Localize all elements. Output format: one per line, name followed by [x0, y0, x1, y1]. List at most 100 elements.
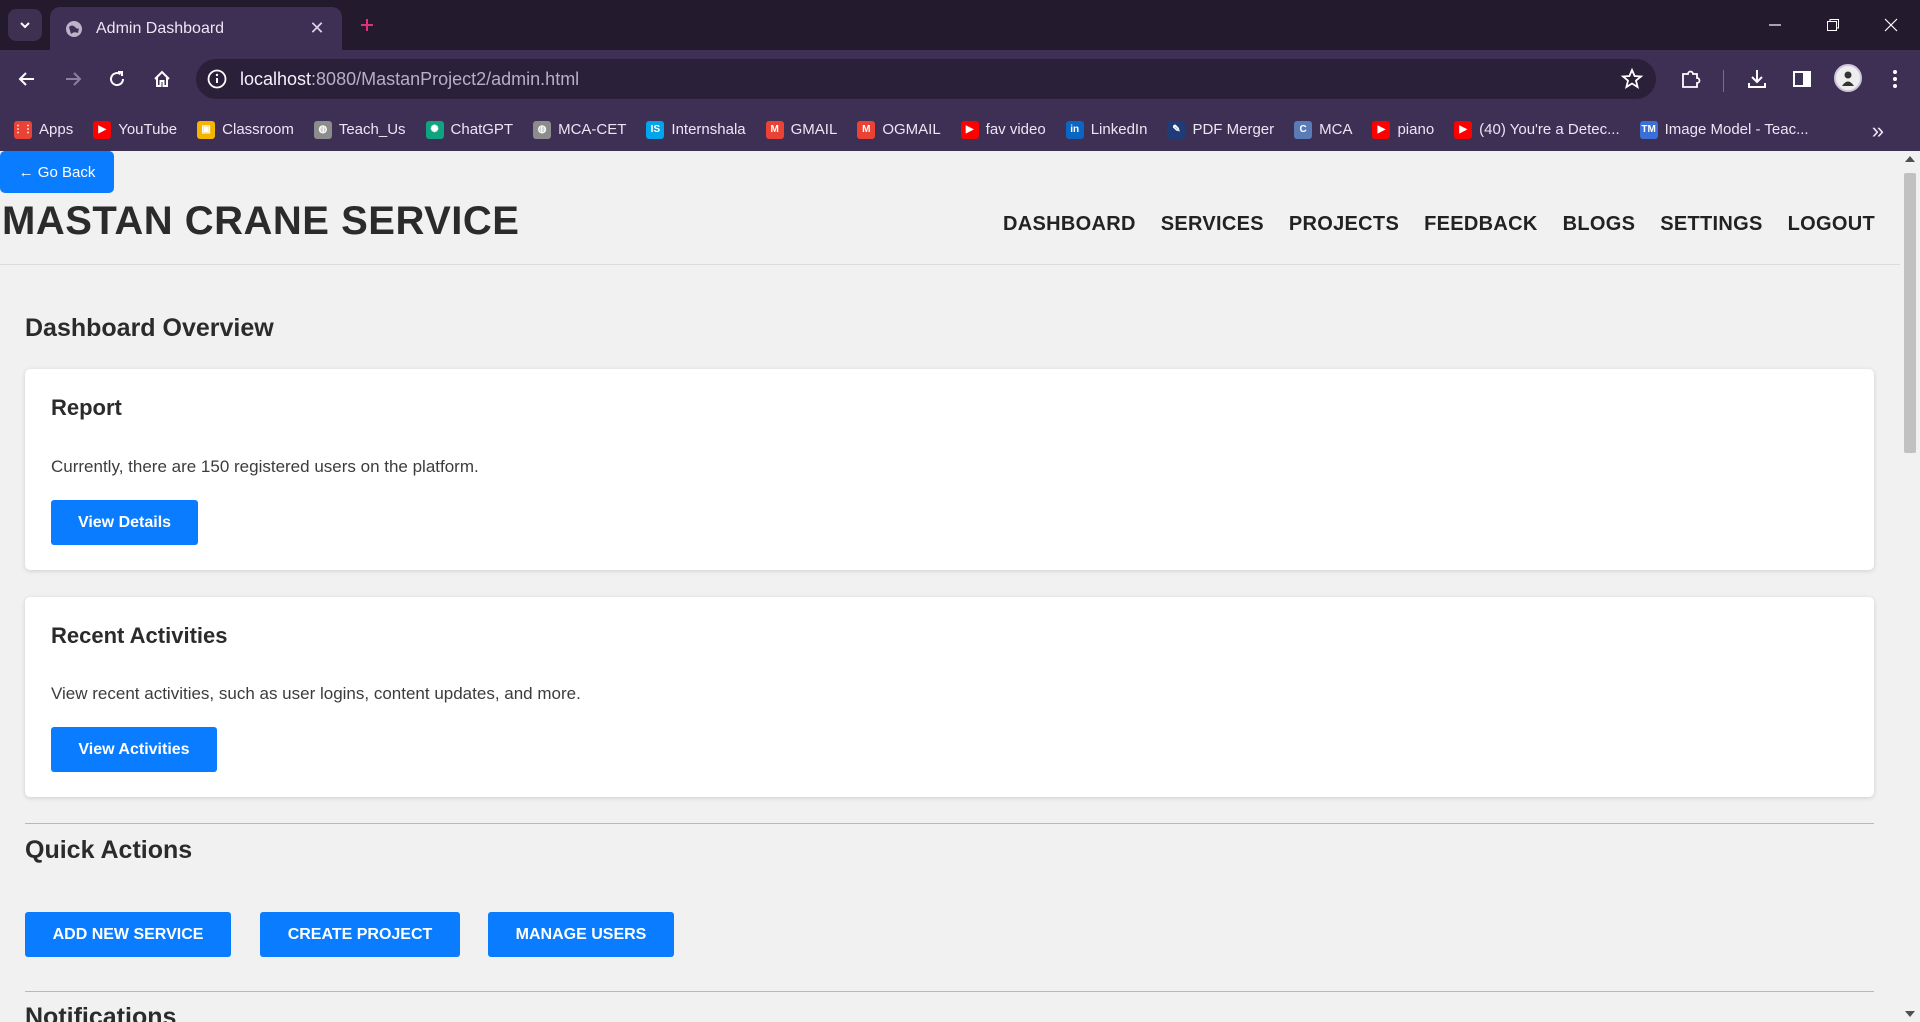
bookmark-item[interactable]: C MCA: [1294, 120, 1352, 139]
bookmark-item[interactable]: M OGMAIL: [857, 120, 941, 139]
bookmark-item[interactable]: ⋮⋮ Apps: [13, 120, 73, 139]
bookmark-star-icon[interactable]: [1620, 67, 1644, 91]
profile-avatar[interactable]: [1834, 64, 1862, 92]
add-new-service-button[interactable]: ADD NEW SERVICE: [25, 912, 231, 957]
nav-services[interactable]: SERVICES: [1161, 213, 1264, 236]
bookmark-item[interactable]: ▶ fav video: [960, 120, 1046, 139]
section-divider: [25, 823, 1874, 824]
scroll-down-arrow[interactable]: [1905, 1011, 1915, 1017]
reload-button[interactable]: [102, 64, 132, 94]
minimize-icon: [1769, 24, 1781, 26]
back-button[interactable]: [12, 64, 42, 94]
cet-icon: C: [1294, 120, 1313, 139]
overview-title: Dashboard Overview: [25, 314, 274, 342]
view-activities-button[interactable]: View Activities: [51, 727, 217, 772]
bookmark-item[interactable]: M GMAIL: [765, 120, 838, 139]
close-icon: [1884, 18, 1898, 32]
nav-blogs[interactable]: BLOGS: [1563, 213, 1636, 236]
side-panel-button[interactable]: [1787, 64, 1817, 94]
bookmark-label: OGMAIL: [882, 121, 941, 138]
view-details-button[interactable]: View Details: [51, 500, 198, 545]
bookmark-item[interactable]: IS Internshala: [646, 120, 746, 139]
nav-dashboard[interactable]: DASHBOARD: [1003, 213, 1136, 236]
toolbar-separator: [1723, 70, 1724, 92]
nav-settings[interactable]: SETTINGS: [1660, 213, 1762, 236]
profile-icon: [1842, 71, 1854, 86]
home-button[interactable]: [147, 64, 177, 94]
downloads-button[interactable]: [1742, 64, 1772, 94]
address-bar[interactable]: localhost:8080/MastanProject2/admin.html: [196, 59, 1656, 99]
bookmark-item[interactable]: in LinkedIn: [1065, 120, 1147, 139]
quick-actions-title: Quick Actions: [25, 836, 193, 864]
chevron-down-icon: [20, 22, 30, 29]
new-tab-button[interactable]: [352, 10, 382, 40]
bookmark-label: Internshala: [671, 121, 746, 138]
activities-title: Recent Activities: [51, 623, 228, 648]
arrow-left-icon: [18, 72, 34, 86]
scroll-thumb[interactable]: [1904, 173, 1916, 453]
active-tab[interactable]: Admin Dashboard ✕: [50, 7, 342, 50]
report-card: Report Currently, there are 150 register…: [25, 369, 1874, 570]
bookmark-item[interactable]: ✺ ChatGPT: [425, 120, 514, 139]
pdf-merger-icon: ✎: [1167, 120, 1186, 139]
bookmark-label: Image Model - Teac...: [1664, 121, 1809, 138]
bookmark-label: GMAIL: [790, 121, 838, 138]
restore-icon: [1827, 19, 1839, 31]
youtube-icon: ▶: [93, 120, 112, 139]
linkedin-icon: in: [1065, 120, 1084, 139]
bookmark-label: ChatGPT: [450, 121, 514, 138]
bookmark-label: YouTube: [118, 121, 178, 138]
page-scrollbar[interactable]: [1900, 151, 1920, 1022]
bookmark-item[interactable]: ▶ piano: [1372, 120, 1435, 139]
globe-icon: ◍: [533, 120, 552, 139]
close-window-button[interactable]: [1862, 0, 1920, 50]
nav-projects[interactable]: PROJECTS: [1289, 213, 1399, 236]
tm-icon: TM: [1639, 120, 1658, 139]
activities-text: View recent activities, such as user log…: [51, 684, 581, 703]
url-text[interactable]: localhost:8080/MastanProject2/admin.html: [240, 69, 1620, 90]
bookmark-label: (40) You're a Detec...: [1479, 121, 1620, 138]
youtube-icon: ▶: [960, 120, 979, 139]
bookmark-item[interactable]: ▣ Classroom: [197, 120, 294, 139]
bookmark-label: Teach_Us: [338, 121, 406, 138]
bookmark-item[interactable]: TM Image Model - Teac...: [1639, 120, 1809, 139]
manage-users-button[interactable]: MANAGE USERS: [488, 912, 674, 957]
forward-button[interactable]: [58, 64, 88, 94]
bookmark-item[interactable]: ◍ Teach_Us: [313, 120, 406, 139]
puzzle-icon: [1682, 70, 1701, 88]
globe-icon: ◍: [313, 120, 332, 139]
bookmark-label: piano: [1397, 121, 1435, 138]
classroom-icon: ▣: [197, 120, 216, 139]
scroll-up-arrow[interactable]: [1905, 156, 1915, 162]
notifications-title: Notifications: [25, 1003, 177, 1022]
bookmark-item[interactable]: ◍ MCA-CET: [533, 120, 626, 139]
side-panel-icon: [1793, 71, 1811, 87]
go-back-button[interactable]: ← Go Back: [0, 151, 114, 193]
tab-close-icon[interactable]: ✕: [306, 18, 328, 39]
bookmark-label: Classroom: [222, 121, 294, 138]
bookmark-item[interactable]: ▶ YouTube: [93, 120, 178, 139]
bookmarks-overflow-icon[interactable]: »: [1872, 118, 1884, 144]
info-icon[interactable]: [206, 68, 228, 90]
nav-feedback[interactable]: FEEDBACK: [1424, 213, 1538, 236]
tab-strip: Admin Dashboard ✕: [0, 0, 1920, 50]
reload-icon: [110, 71, 125, 87]
tab-title: Admin Dashboard: [96, 19, 225, 37]
plus-icon: [361, 19, 373, 31]
minimize-button[interactable]: [1746, 0, 1804, 50]
restore-button[interactable]: [1804, 0, 1862, 50]
extensions-button[interactable]: [1676, 64, 1706, 94]
youtube-icon: ▶: [1372, 120, 1391, 139]
home-icon: [154, 70, 170, 87]
browser-menu-button[interactable]: [1880, 64, 1910, 94]
bookmark-item[interactable]: ▶ (40) You're a Detec...: [1454, 120, 1620, 139]
bookmark-item[interactable]: ✎ PDF Merger: [1167, 120, 1274, 139]
internshala-icon: IS: [646, 120, 665, 139]
gmail-icon: M: [765, 120, 784, 139]
tab-search-button[interactable]: [8, 9, 42, 41]
gmail-icon: M: [857, 120, 876, 139]
create-project-button[interactable]: CREATE PROJECT: [260, 912, 460, 957]
nav-logout[interactable]: LOGOUT: [1788, 213, 1875, 236]
section-divider: [25, 991, 1874, 992]
site-brand: MASTAN CRANE SERVICE: [2, 199, 520, 243]
